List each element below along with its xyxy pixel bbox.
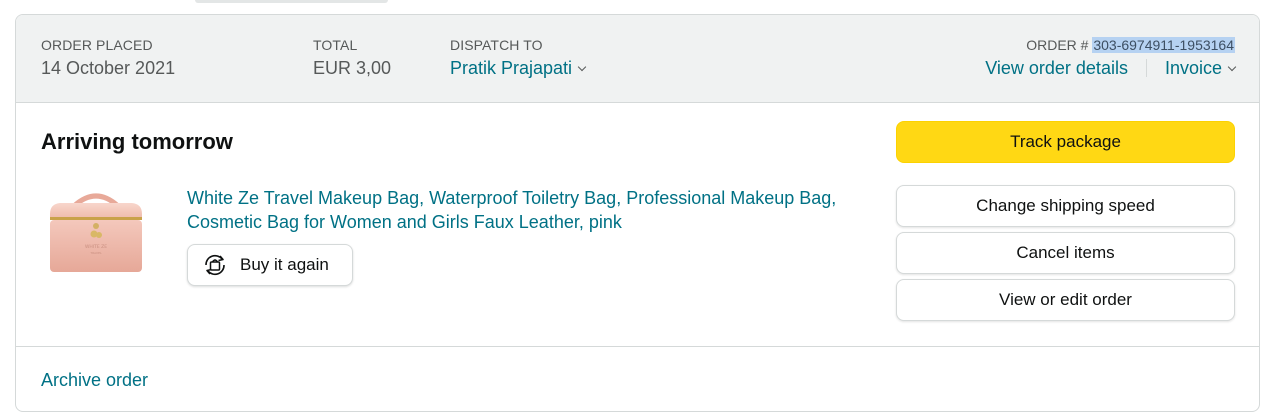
dispatch-to-recipient[interactable]: Pratik Prajapati	[450, 56, 587, 80]
order-placed-date: 14 October 2021	[41, 58, 176, 78]
total-column: TOTAL EUR 3,00	[313, 36, 391, 80]
order-card-header: ORDER PLACED 14 October 2021 TOTAL EUR 3…	[16, 15, 1259, 103]
svg-text:TRAVEL: TRAVEL	[89, 251, 102, 255]
buy-again-icon	[205, 254, 225, 276]
order-number-label: ORDER #	[1026, 37, 1093, 53]
order-number-column: ORDER # 303-6974911-1953164 View order d…	[985, 36, 1237, 80]
order-number-value[interactable]: 303-6974911-1953164	[1092, 37, 1235, 53]
chevron-down-icon	[577, 62, 587, 72]
invoice-link[interactable]: Invoice	[1165, 58, 1222, 78]
product-title-link[interactable]: White Ze Travel Makeup Bag, Waterproof T…	[187, 186, 887, 234]
order-number-row: ORDER # 303-6974911-1953164	[985, 36, 1235, 54]
delivery-status-heading: Arriving tomorrow	[41, 129, 233, 154]
cancel-items-button[interactable]: Cancel items	[896, 232, 1235, 274]
order-links: View order details Invoice	[985, 56, 1237, 80]
track-package-button[interactable]: Track package	[896, 121, 1235, 163]
total-amount: EUR 3,00	[313, 58, 392, 78]
view-order-details-link[interactable]: View order details	[985, 58, 1128, 78]
order-card-footer: Archive order	[16, 346, 1259, 411]
buy-again-label: Buy it again	[240, 255, 329, 274]
product-image[interactable]: WHITE ZE TRAVEL	[46, 184, 146, 279]
recipient-name-link[interactable]: Pratik Prajapati	[450, 58, 572, 78]
link-divider	[1145, 59, 1147, 77]
total-label: TOTAL	[313, 37, 358, 53]
dispatch-to-column: DISPATCH TO Pratik Prajapati	[450, 36, 587, 80]
chevron-down-icon	[1227, 62, 1237, 72]
shipment-section: Arriving tomorrow WHITE ZE TRAVEL White …	[16, 104, 1259, 346]
change-shipping-speed-button[interactable]: Change shipping speed	[896, 185, 1235, 227]
dispatch-to-label: DISPATCH TO	[450, 37, 543, 53]
view-or-edit-order-button[interactable]: View or edit order	[896, 279, 1235, 321]
archive-order-link[interactable]: Archive order	[41, 368, 148, 392]
buy-again-button[interactable]: Buy it again	[187, 244, 353, 286]
svg-text:WHITE ZE: WHITE ZE	[85, 244, 107, 250]
order-card: ORDER PLACED 14 October 2021 TOTAL EUR 3…	[15, 14, 1260, 412]
order-placed-label: ORDER PLACED	[41, 37, 153, 53]
top-tab-edge	[195, 0, 388, 3]
order-placed-column: ORDER PLACED 14 October 2021	[41, 36, 175, 80]
